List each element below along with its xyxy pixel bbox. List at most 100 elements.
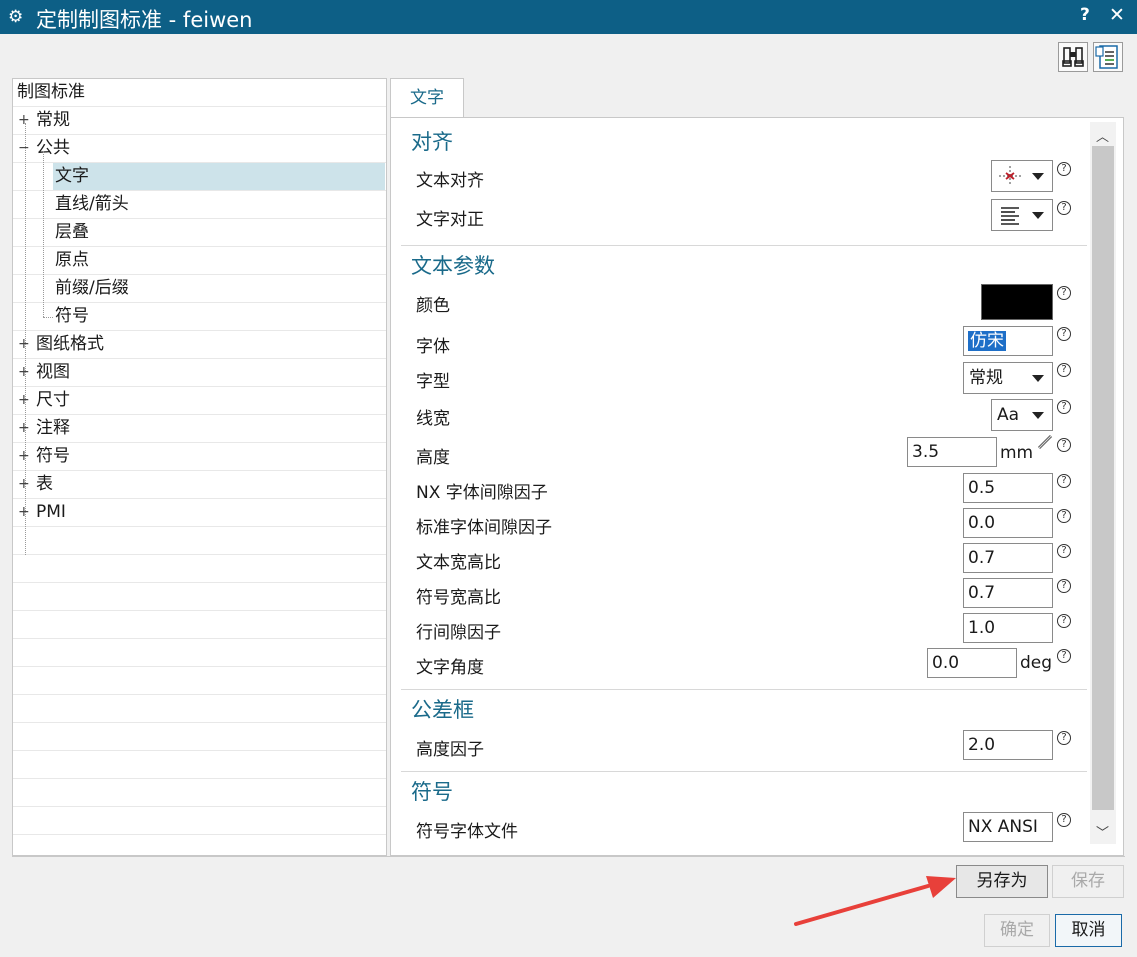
line-gap-label: 行间隙因子 <box>416 623 501 643</box>
customize-button[interactable] <box>1093 42 1123 72</box>
help-icon[interactable]: ? <box>1057 327 1071 341</box>
tree-item-dimension[interactable]: + 尺寸 <box>13 387 386 415</box>
tree-item-label: 注释 <box>36 418 70 438</box>
tree-empty-row <box>13 611 386 639</box>
help-button[interactable]: ? <box>1080 5 1090 25</box>
collapse-icon[interactable]: − <box>18 135 30 162</box>
tab-text[interactable]: 文字 <box>390 78 464 118</box>
scrollbar-thumb[interactable] <box>1092 146 1114 810</box>
help-icon[interactable]: ? <box>1057 813 1071 827</box>
style-dropdown[interactable]: 常规 <box>963 362 1053 394</box>
nx-gap-label: NX 字体间隙因子 <box>416 483 548 503</box>
tree-item-symbol[interactable]: + 符号 <box>13 443 386 471</box>
help-icon[interactable]: ? <box>1057 649 1071 663</box>
help-icon[interactable]: ? <box>1057 474 1071 488</box>
chevron-down-icon <box>1032 412 1044 419</box>
tree-empty-row <box>13 555 386 583</box>
tree-item-label: 符号 <box>55 306 89 326</box>
tree-empty-row <box>13 723 386 751</box>
tree-item-label: 图纸格式 <box>36 334 104 354</box>
tree-connector <box>25 123 26 555</box>
angle-field[interactable]: 0.0 <box>927 648 1017 678</box>
section-tolerance-title: 公差框 <box>411 698 474 722</box>
line-gap-field[interactable]: 1.0 <box>963 613 1053 643</box>
tree-item-label: 原点 <box>55 250 89 270</box>
tree-item-line-arrow[interactable]: 直线/箭头 <box>13 191 386 219</box>
section-align-title: 对齐 <box>411 130 453 154</box>
save-as-button[interactable]: 另存为 <box>956 865 1048 898</box>
tree-item-label: 前缀/后缀 <box>55 278 129 298</box>
close-button[interactable]: ✕ <box>1109 4 1125 26</box>
style-value: 常规 <box>969 368 1003 388</box>
scroll-down-icon[interactable]: ﹀ <box>1096 822 1109 841</box>
text-align-dropdown[interactable] <box>991 160 1053 192</box>
expand-icon[interactable]: + <box>18 359 30 386</box>
tree-item-pmi[interactable]: + PMI <box>13 499 386 527</box>
cancel-button[interactable]: 取消 <box>1055 914 1122 947</box>
expand-icon[interactable]: + <box>18 471 30 498</box>
symbol-ratio-field[interactable]: 0.7 <box>963 578 1053 608</box>
tree-item-text[interactable]: 文字 <box>13 163 386 191</box>
properties-scrollbar[interactable]: ︿ ﹀ <box>1090 122 1116 844</box>
bottom-divider <box>12 856 1125 857</box>
tree-empty-row <box>13 583 386 611</box>
tree-connector <box>43 151 44 317</box>
standards-tree[interactable]: 制图标准 + 常规 − 公共 文字 直线/箭头 层叠 原点 前缀/后缀 符号 +… <box>12 78 387 856</box>
height-factor-label: 高度因子 <box>416 740 484 760</box>
help-icon[interactable]: ? <box>1057 162 1071 176</box>
height-factor-field[interactable]: 2.0 <box>963 730 1053 760</box>
angle-unit: deg <box>1020 653 1053 673</box>
height-label: 高度 <box>416 448 450 468</box>
help-icon[interactable]: ? <box>1057 731 1071 745</box>
expand-icon[interactable]: + <box>18 415 30 442</box>
color-swatch[interactable] <box>981 284 1053 320</box>
tree-item-prefix-suffix[interactable]: 前缀/后缀 <box>13 275 386 303</box>
tree-item-annotation[interactable]: + 注释 <box>13 415 386 443</box>
ok-button[interactable]: 确定 <box>984 914 1050 947</box>
help-icon[interactable]: ? <box>1057 286 1071 300</box>
tree-item-table[interactable]: + 表 <box>13 471 386 499</box>
ruler-icon[interactable] <box>1037 434 1053 450</box>
expand-icon[interactable]: + <box>18 331 30 358</box>
tree-item-label: 表 <box>36 474 53 494</box>
find-button[interactable] <box>1058 42 1088 72</box>
line-width-dropdown[interactable]: Aa <box>991 399 1053 431</box>
properties-panel: 对齐 文本对齐 ? 文字对正 ? 文本参数 颜色 ? 字体 仿宋 ? 字型 常规… <box>390 117 1124 856</box>
tree-item-symbol-sub[interactable]: 符号 <box>13 303 386 331</box>
tree-item-stacking[interactable]: 层叠 <box>13 219 386 247</box>
tree-root[interactable]: 制图标准 <box>13 79 386 107</box>
std-gap-field[interactable]: 0.0 <box>963 508 1053 538</box>
tree-item-label: 常规 <box>36 110 70 130</box>
expand-icon[interactable]: + <box>18 387 30 414</box>
tree-item-origin[interactable]: 原点 <box>13 247 386 275</box>
help-icon[interactable]: ? <box>1057 400 1071 414</box>
text-justify-dropdown[interactable] <box>991 199 1053 231</box>
help-icon[interactable]: ? <box>1057 363 1071 377</box>
window-title: 定制制图标准 - feiwen <box>36 8 253 32</box>
tree-item-general[interactable]: + 常规 <box>13 107 386 135</box>
tree-item-common[interactable]: − 公共 <box>13 135 386 163</box>
help-icon[interactable]: ? <box>1057 438 1071 452</box>
help-icon[interactable]: ? <box>1057 509 1071 523</box>
font-field[interactable]: 仿宋 <box>963 326 1053 356</box>
height-field[interactable]: 3.5 <box>907 437 997 467</box>
text-ratio-field[interactable]: 0.7 <box>963 543 1053 573</box>
help-icon[interactable]: ? <box>1057 544 1071 558</box>
chevron-down-icon <box>1032 375 1044 382</box>
app-gear-icon: ⚙ <box>8 7 24 27</box>
tree-item-label: 直线/箭头 <box>55 194 129 214</box>
help-icon[interactable]: ? <box>1057 579 1071 593</box>
save-button[interactable]: 保存 <box>1052 865 1124 898</box>
expand-icon[interactable]: + <box>18 443 30 470</box>
help-icon[interactable]: ? <box>1057 201 1071 215</box>
symbol-font-file-field[interactable]: NX ANSI <box>963 812 1053 842</box>
expand-icon[interactable]: + <box>18 499 30 526</box>
tree-item-drawing-format[interactable]: + 图纸格式 <box>13 331 386 359</box>
std-gap-label: 标准字体间隙因子 <box>416 518 552 538</box>
tree-item-label: 层叠 <box>55 222 89 242</box>
tree-item-view[interactable]: + 视图 <box>13 359 386 387</box>
expand-icon[interactable]: + <box>18 107 30 134</box>
scroll-up-icon[interactable]: ︿ <box>1096 126 1109 145</box>
help-icon[interactable]: ? <box>1057 614 1071 628</box>
nx-gap-field[interactable]: 0.5 <box>963 473 1053 503</box>
